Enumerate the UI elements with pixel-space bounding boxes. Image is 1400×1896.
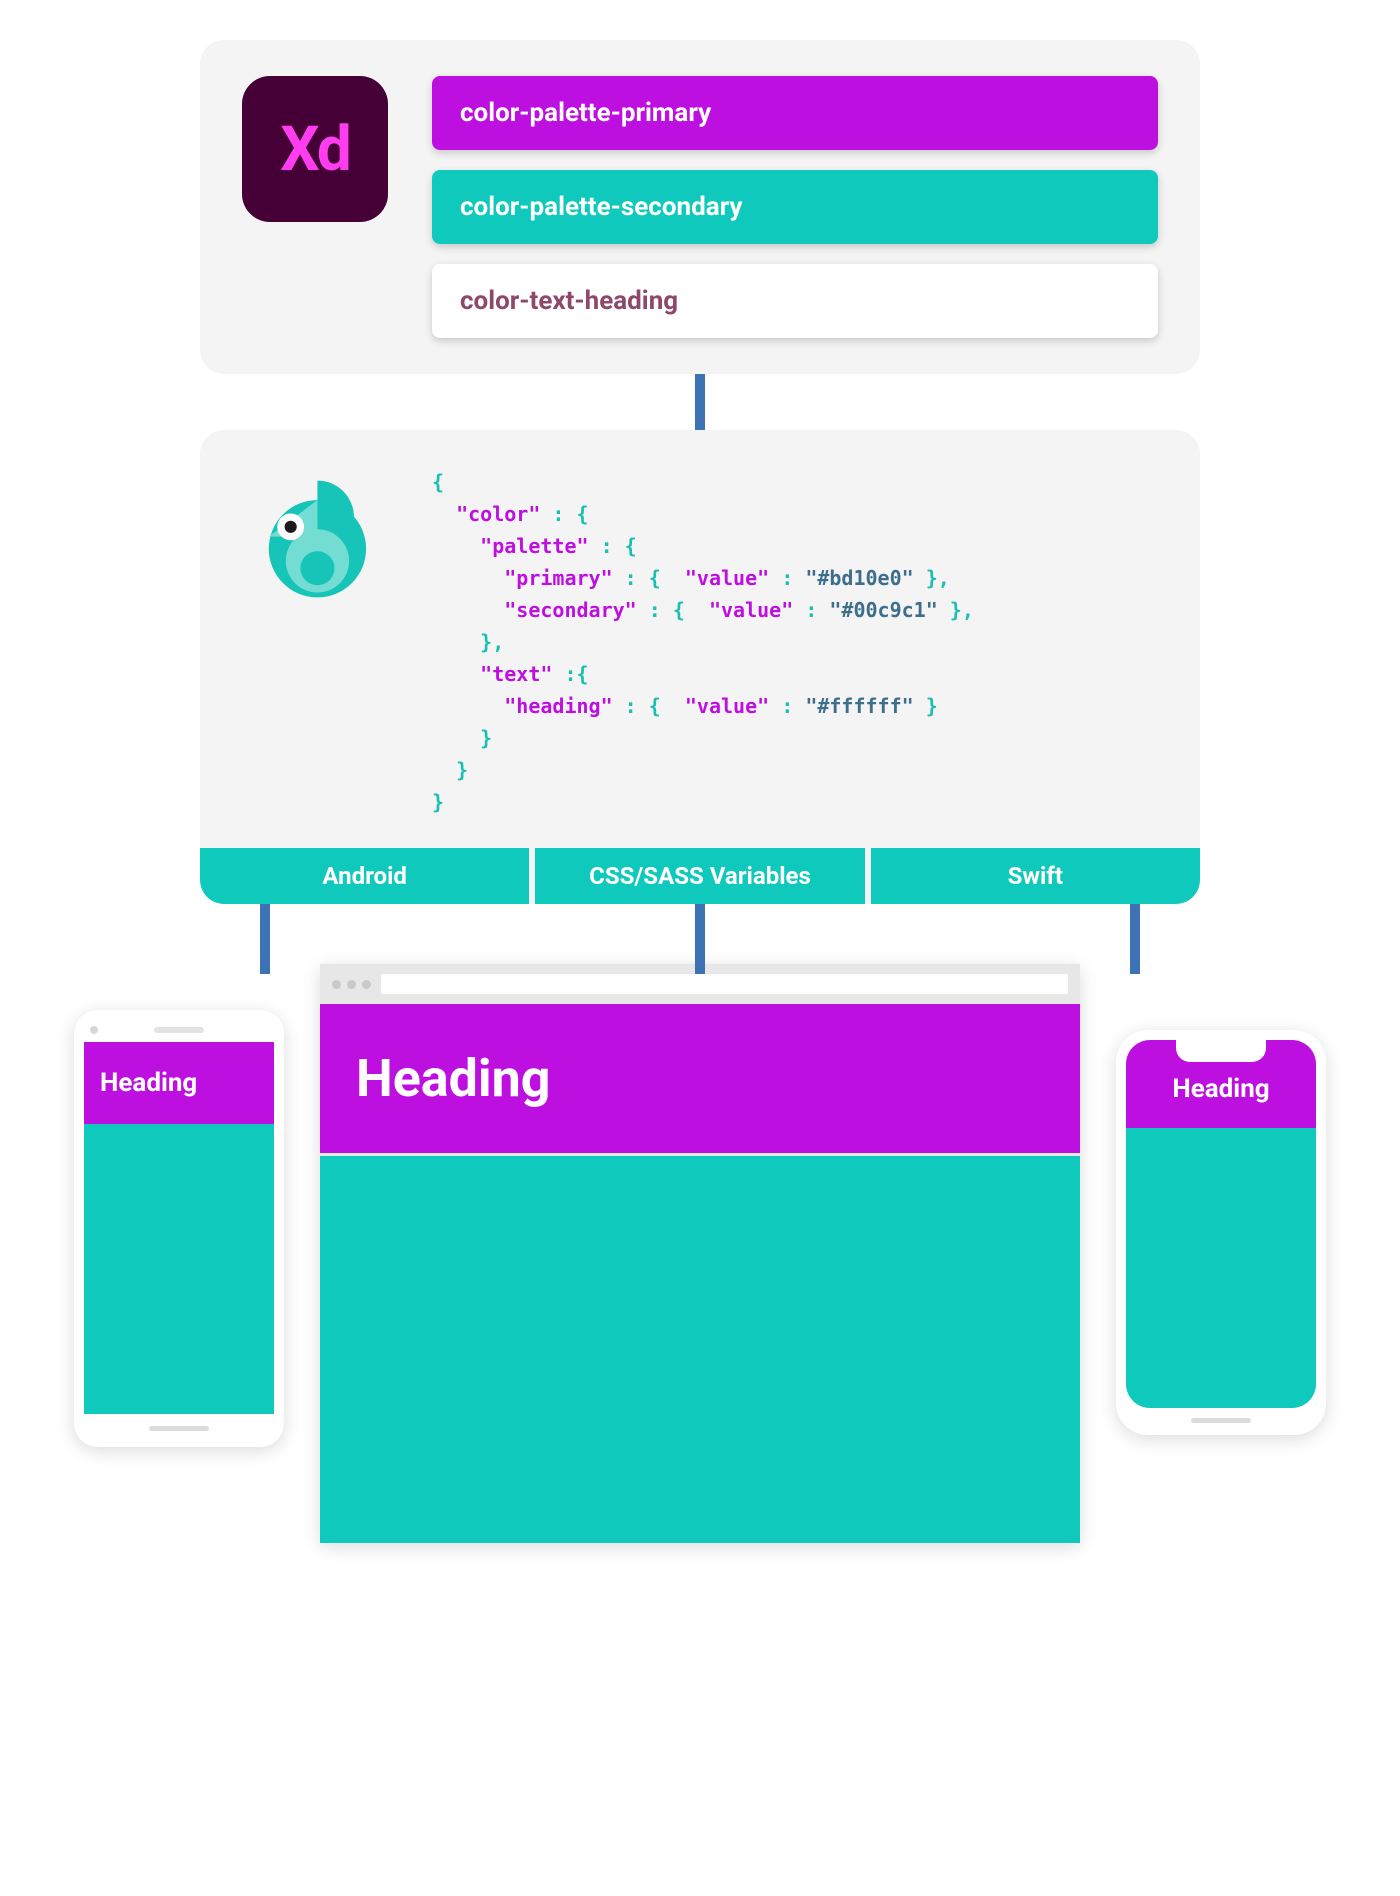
connector-right: [1130, 904, 1140, 974]
token-json-code: { "color" : { "palette" : { "primary" : …: [432, 466, 974, 818]
adobe-xd-icon: Xd: [242, 76, 388, 222]
platform-outputs: Android CSS/SASS Variables Swift: [200, 848, 1200, 904]
iphone-screen: Heading: [1126, 1040, 1316, 1408]
iphone-body: [1126, 1128, 1316, 1408]
android-screen: Heading: [84, 1042, 274, 1414]
device-previews: Heading Heading Heading: [30, 964, 1370, 1543]
swatch-secondary: color-palette-secondary: [432, 170, 1158, 244]
platform-android: Android: [200, 848, 529, 904]
android-statusbar: [84, 1024, 274, 1042]
android-heading: Heading: [84, 1042, 274, 1124]
android-device: Heading: [74, 1010, 284, 1447]
swatch-list: color-palette-primary color-palette-seco…: [432, 76, 1158, 338]
design-source-panel: Xd color-palette-primary color-palette-s…: [200, 40, 1200, 374]
iphone-device: Heading: [1116, 1030, 1326, 1435]
adobe-xd-label: Xd: [280, 113, 349, 186]
platform-swift: Swift: [871, 848, 1200, 904]
swatch-heading: color-text-heading: [432, 264, 1158, 338]
browser-body: [320, 1153, 1080, 1543]
platform-css: CSS/SASS Variables: [535, 848, 864, 904]
connector-triple: [200, 904, 1200, 974]
android-homebar-icon: [149, 1426, 209, 1431]
iphone-notch-icon: [1176, 1040, 1266, 1062]
swatch-primary: color-palette-primary: [432, 76, 1158, 150]
iphone-homebar-icon: [1191, 1418, 1251, 1423]
browser-window: Heading: [320, 964, 1080, 1543]
android-camera-icon: [90, 1026, 98, 1034]
android-body: [84, 1124, 274, 1414]
browser-heading: Heading: [320, 1004, 1080, 1153]
connector-top: [695, 374, 705, 430]
connector-center: [695, 904, 705, 974]
token-transform-panel: { "color" : { "palette" : { "primary" : …: [200, 430, 1200, 904]
window-controls-icon: [332, 980, 371, 989]
android-speaker-icon: [154, 1027, 204, 1033]
address-bar: [381, 974, 1068, 994]
chameleon-icon: [242, 466, 388, 612]
connector-left: [260, 904, 270, 974]
diagram-root: Xd color-palette-primary color-palette-s…: [30, 40, 1370, 1543]
